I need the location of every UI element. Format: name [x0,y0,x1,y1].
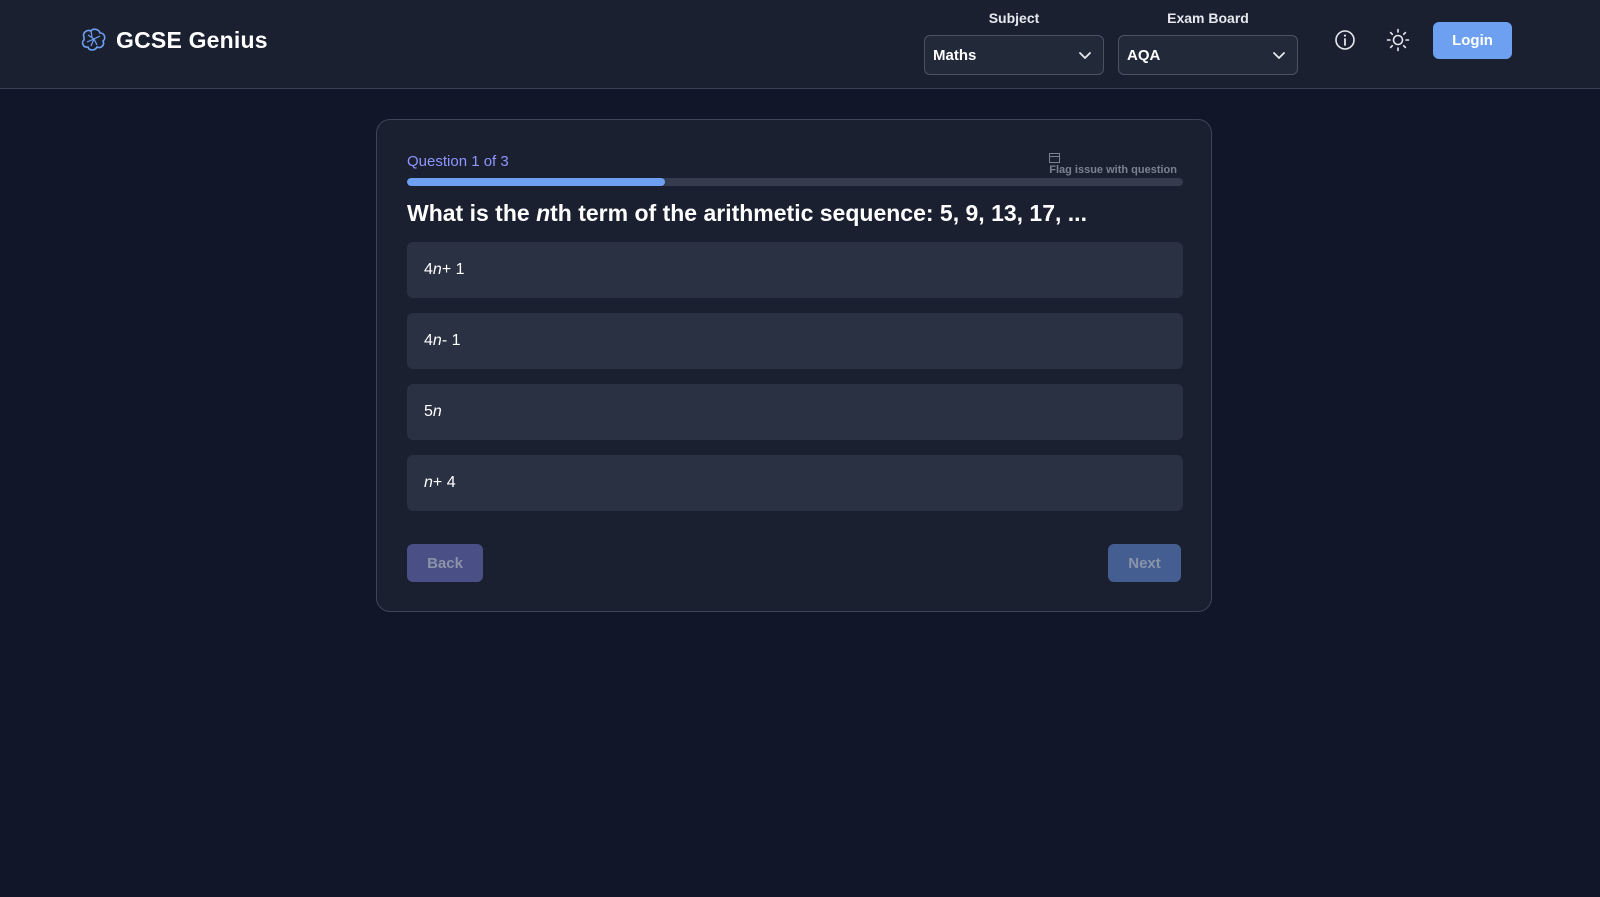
option-variable: n [432,261,442,278]
option-coefficient: 4 [424,332,433,349]
flag-issue-label: Flag issue with question [1049,164,1177,176]
option-constant: + 4 [432,474,456,491]
option-coefficient: 4 [424,261,433,278]
theme-toggle-button[interactable] [1385,27,1411,53]
progress-bar [407,178,1183,186]
top-navbar: GCSE Genius Subject Maths Exam Board AQA [0,0,1600,89]
sun-icon [1386,28,1410,52]
answer-option-2[interactable]: 4n - 1 [407,313,1183,369]
flag-issue-button[interactable]: Flag issue with question [1049,153,1177,176]
subject-select-value: Maths [933,46,977,64]
chevron-down-icon [1273,52,1285,59]
answer-option-1[interactable]: 4n + 1 [407,242,1183,298]
flag-icon [1049,153,1061,163]
question-variable: n [536,200,551,226]
subject-select[interactable]: Maths [924,35,1104,75]
brain-icon [81,28,106,51]
info-icon [1335,30,1355,50]
quiz-card: Question 1 of 3 Flag issue with question… [376,119,1212,612]
question-prefix: What is the [407,200,537,226]
subject-select-group: Subject Maths [924,9,1104,75]
option-variable: n [432,332,442,349]
exam-board-select-group: Exam Board AQA [1118,9,1298,75]
chevron-down-icon [1079,52,1091,59]
back-button[interactable]: Back [407,544,483,582]
answer-option-4[interactable]: n + 4 [407,455,1183,511]
answer-option-3[interactable]: 5n [407,384,1183,440]
question-suffix: th term of the arithmetic sequence: 5, 9… [550,200,1087,226]
login-button[interactable]: Login [1433,22,1512,59]
exam-board-select[interactable]: AQA [1118,35,1298,75]
option-variable: n [424,474,433,491]
option-constant: - 1 [441,332,461,349]
progress-fill [407,178,666,186]
option-coefficient: 5 [424,403,433,420]
exam-board-label: Exam Board [1167,10,1249,26]
info-button[interactable] [1332,27,1358,53]
brand[interactable]: GCSE Genius [78,24,268,56]
brand-name: GCSE Genius [116,26,268,53]
option-variable: n [432,403,442,420]
question-text: What is the nth term of the arithmetic s… [407,200,1183,227]
option-constant: + 1 [441,261,465,278]
exam-board-select-value: AQA [1127,46,1161,64]
question-counter: Question 1 of 3 [407,153,509,170]
subject-label: Subject [988,10,1040,26]
next-button[interactable]: Next [1108,544,1181,582]
